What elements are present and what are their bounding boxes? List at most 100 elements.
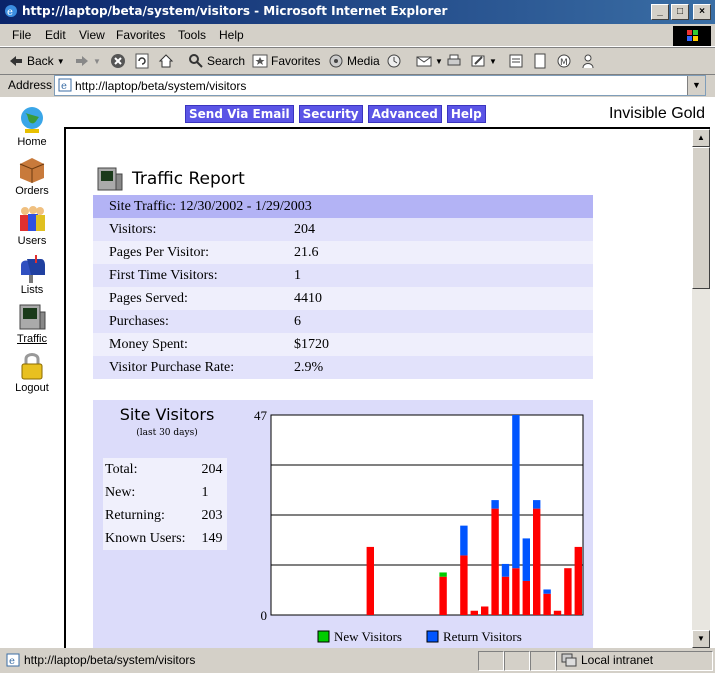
chart-bar bbox=[460, 525, 468, 556]
menu-tools[interactable]: Tools bbox=[178, 28, 206, 42]
table-row: Pages Per Visitor: 21.6 bbox=[93, 241, 593, 264]
chart-bar bbox=[460, 555, 468, 615]
history-button[interactable] bbox=[386, 53, 402, 69]
menu-edit[interactable]: Edit bbox=[45, 28, 66, 42]
messenger-button[interactable]: M bbox=[556, 53, 572, 69]
site-visitors-panel: Site Visitors (last 30 days) Total: 204 N… bbox=[93, 400, 593, 648]
legend-label: Return Visitors bbox=[443, 629, 522, 644]
research-button[interactable] bbox=[532, 53, 548, 69]
site-visitors-subtitle: (last 30 days) bbox=[136, 428, 198, 438]
nav-users[interactable]: Users bbox=[0, 204, 64, 247]
chart-bar bbox=[522, 580, 530, 615]
contacts-button[interactable] bbox=[580, 53, 596, 69]
menu-view[interactable]: View bbox=[79, 28, 105, 42]
computer-icon bbox=[19, 304, 46, 330]
address-dropdown-button[interactable]: ▼ bbox=[687, 76, 705, 95]
refresh-button[interactable] bbox=[134, 53, 150, 69]
chart-bar bbox=[543, 593, 551, 615]
y-tick-label: 0 bbox=[261, 608, 268, 623]
menu-favorites[interactable]: Favorites bbox=[116, 28, 165, 42]
advanced-button[interactable]: Advanced bbox=[367, 105, 442, 123]
svg-text:M: M bbox=[560, 58, 568, 68]
search-button[interactable]: Search bbox=[188, 53, 245, 69]
minimize-button[interactable]: _ bbox=[651, 4, 669, 20]
table-row: Known Users: 149 bbox=[103, 527, 227, 550]
legend-swatch-return bbox=[426, 630, 439, 643]
row-value: 149 bbox=[201, 530, 223, 546]
scroll-up-button[interactable]: ▲ bbox=[692, 129, 710, 147]
row-label: Total: bbox=[105, 461, 138, 477]
security-button[interactable]: Security bbox=[298, 105, 363, 123]
row-value: 2.9% bbox=[294, 356, 593, 379]
stop-button[interactable] bbox=[110, 53, 126, 69]
back-button[interactable]: Back ▼ bbox=[8, 53, 65, 69]
report-heading: Traffic Report bbox=[96, 165, 245, 193]
row-value: 4410 bbox=[294, 287, 593, 310]
forward-button[interactable]: ▼ bbox=[74, 53, 101, 69]
chevron-down-icon: ▼ bbox=[93, 56, 101, 66]
address-input[interactable]: e http://laptop/beta/system/visitors ▼ bbox=[54, 75, 706, 96]
row-label: Visitors: bbox=[93, 218, 294, 241]
menu-file[interactable]: File bbox=[12, 28, 31, 42]
chart-bar bbox=[574, 546, 582, 615]
favorites-button[interactable]: Favorites bbox=[252, 53, 320, 69]
chart-bar bbox=[522, 538, 530, 581]
site-traffic-range: Site Traffic: 12/30/2002 - 1/29/2003 bbox=[93, 195, 593, 218]
chart-bar bbox=[439, 572, 447, 577]
table-row: Money Spent: $1720 bbox=[93, 333, 593, 356]
chevron-down-icon: ▼ bbox=[489, 56, 497, 66]
scroll-thumb[interactable] bbox=[692, 147, 710, 289]
table-row: Pages Served: 4410 bbox=[93, 287, 593, 310]
chart-bar bbox=[491, 500, 499, 509]
content-frame: Traffic Report Site Traffic: 12/30/2002 … bbox=[64, 127, 694, 648]
media-button[interactable]: Media bbox=[328, 53, 380, 69]
table-row: First Time Visitors: 1 bbox=[93, 264, 593, 287]
nav-traffic[interactable]: Traffic bbox=[0, 302, 64, 345]
nav-logout[interactable]: Logout bbox=[0, 351, 64, 394]
row-label: Money Spent: bbox=[93, 333, 294, 356]
row-value: 204 bbox=[201, 461, 223, 477]
legend-swatch-new bbox=[317, 630, 330, 643]
row-label: Pages Per Visitor: bbox=[93, 241, 294, 264]
chart-bar bbox=[366, 546, 374, 615]
nav-orders[interactable]: Orders bbox=[0, 154, 64, 197]
discuss-button[interactable] bbox=[508, 53, 524, 69]
windows-logo-icon bbox=[673, 26, 711, 46]
home-button[interactable] bbox=[158, 53, 174, 69]
table-row: Visitors: 204 bbox=[93, 218, 593, 241]
menu-help[interactable]: Help bbox=[219, 28, 244, 42]
chevron-down-icon: ▼ bbox=[56, 56, 65, 66]
globe-icon bbox=[21, 107, 43, 133]
nav-lists[interactable]: Lists bbox=[0, 253, 64, 296]
print-button[interactable] bbox=[446, 53, 462, 69]
status-bar: e http://laptop/beta/system/visitors Loc… bbox=[0, 648, 715, 673]
send-via-email-button[interactable]: Send Via Email bbox=[185, 105, 294, 123]
row-label: Purchases: bbox=[93, 310, 294, 333]
ie-page-icon: e bbox=[6, 653, 20, 667]
edit-icon bbox=[471, 55, 485, 67]
status-zone-segment: Local intranet bbox=[556, 651, 713, 671]
left-nav: Home Orders Users Lists Traffic Logout bbox=[0, 97, 64, 648]
scroll-down-button[interactable]: ▼ bbox=[692, 630, 710, 648]
title-bar: e http://laptop/beta/system/visitors - M… bbox=[0, 0, 715, 24]
window-title: http://laptop/beta/system/visitors - Mic… bbox=[22, 4, 448, 18]
house-icon bbox=[158, 54, 174, 68]
maximize-button[interactable]: □ bbox=[671, 4, 689, 20]
mail-icon bbox=[416, 56, 432, 67]
help-button[interactable]: Help bbox=[446, 105, 486, 123]
printer-icon bbox=[447, 54, 461, 66]
top-action-buttons: Send Via Email Security Advanced Help bbox=[185, 105, 486, 123]
row-label: First Time Visitors: bbox=[93, 264, 294, 287]
nav-home[interactable]: Home bbox=[0, 105, 64, 148]
vertical-scrollbar[interactable]: ▲ ▼ bbox=[692, 127, 710, 648]
chart-bar bbox=[501, 563, 510, 577]
row-value: 1 bbox=[294, 264, 593, 287]
chart-bar bbox=[470, 610, 478, 615]
visitor-stats-table: Total: 204 New: 1 Returning: 203 Known User… bbox=[103, 458, 227, 550]
row-label: Pages Served: bbox=[93, 287, 294, 310]
research-icon bbox=[534, 53, 546, 69]
close-button[interactable]: × bbox=[693, 4, 711, 20]
mail-button[interactable]: ▼ bbox=[416, 53, 443, 69]
chart-bar bbox=[512, 568, 520, 615]
edit-button[interactable]: ▼ bbox=[470, 53, 497, 69]
